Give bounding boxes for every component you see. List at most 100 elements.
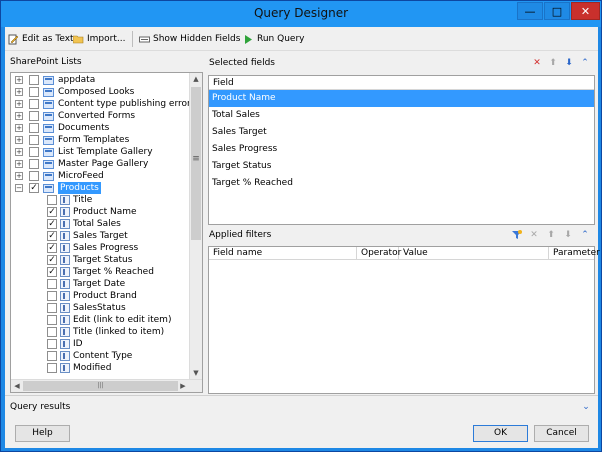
field-checkbox[interactable] — [47, 279, 57, 289]
tree-field-item[interactable]: Title — [11, 194, 189, 206]
maximize-button[interactable]: □ — [544, 2, 570, 20]
field-column-header[interactable]: Field — [209, 76, 594, 90]
tree-field-item[interactable]: Product Name — [11, 206, 189, 218]
collapse-up-icon[interactable]: ⌃ — [580, 58, 590, 68]
tree-list-item[interactable]: − Products — [11, 182, 189, 194]
filter-collapse-icon[interactable]: ⌃ — [580, 230, 590, 240]
expand-results-icon[interactable]: ⌄ — [581, 402, 591, 412]
field-checkbox[interactable] — [47, 291, 57, 301]
tree-field-item[interactable]: ID — [11, 338, 189, 350]
help-button[interactable]: Help — [15, 425, 70, 442]
list-checkbox[interactable] — [29, 99, 39, 109]
field-checkbox[interactable] — [47, 207, 57, 217]
filter-move-down-icon[interactable]: ⬇ — [563, 230, 573, 240]
field-checkbox[interactable] — [47, 339, 57, 349]
field-checkbox[interactable] — [47, 315, 57, 325]
tree-list-item[interactable]: + Converted Forms — [11, 110, 189, 122]
value-column-header[interactable]: Value — [399, 247, 549, 260]
scroll-right-icon[interactable]: ▶ — [177, 380, 189, 392]
list-checkbox[interactable] — [29, 135, 39, 145]
title-bar[interactable]: Query Designer — □ ✕ — [1, 1, 601, 27]
tree-field-item[interactable]: Target Status — [11, 254, 189, 266]
tree-vertical-scrollbar[interactable]: ▲ ≡ ▼ — [189, 73, 202, 380]
list-checkbox[interactable] — [29, 123, 39, 133]
add-filter-icon[interactable] — [512, 230, 522, 240]
minimize-button[interactable]: — — [517, 2, 543, 20]
cancel-button[interactable]: Cancel — [534, 425, 589, 442]
scroll-up-icon[interactable]: ▲ — [190, 73, 202, 86]
list-checkbox[interactable] — [29, 183, 39, 193]
tree-horizontal-scrollbar[interactable]: ◀ ||| ▶ — [11, 379, 202, 392]
field-checkbox[interactable] — [47, 255, 57, 265]
tree-list-item[interactable]: + Documents — [11, 122, 189, 134]
field-name-column-header[interactable]: Field name — [209, 247, 357, 260]
list-checkbox[interactable] — [29, 171, 39, 181]
tree-list-item[interactable]: + appdata — [11, 74, 189, 86]
field-checkbox[interactable] — [47, 303, 57, 313]
selected-field-row[interactable]: Target % Reached — [209, 175, 594, 192]
selected-field-row[interactable]: Target Status — [209, 158, 594, 175]
tree-list-item[interactable]: + Content type publishing error log — [11, 98, 202, 110]
field-checkbox[interactable] — [47, 363, 57, 373]
list-checkbox[interactable] — [29, 159, 39, 169]
selected-field-row[interactable]: Sales Progress — [209, 141, 594, 158]
list-checkbox[interactable] — [29, 147, 39, 157]
move-down-icon[interactable]: ⬇ — [564, 58, 574, 68]
move-up-icon[interactable]: ⬆ — [548, 58, 558, 68]
tree-field-item[interactable]: Modified — [11, 362, 189, 374]
filter-move-up-icon[interactable]: ⬆ — [546, 230, 556, 240]
expand-node-icon[interactable]: + — [15, 124, 23, 132]
expand-node-icon[interactable]: + — [15, 76, 23, 84]
tree-field-item[interactable]: Title (linked to item) — [11, 326, 189, 338]
expand-node-icon[interactable]: + — [15, 160, 23, 168]
sharepoint-lists-tree[interactable]: + appdata + Composed Looks + Content type pub… — [10, 72, 203, 393]
field-checkbox[interactable] — [47, 243, 57, 253]
parameter-column-header[interactable]: Parameter — [549, 247, 600, 260]
applied-filters-grid[interactable]: Field name Operator Value Parameter — [208, 246, 600, 394]
tree-list-item[interactable]: + List Template Gallery — [11, 146, 189, 158]
tree-field-item[interactable]: Target Date — [11, 278, 189, 290]
operator-column-header[interactable]: Operator — [357, 247, 401, 260]
expand-node-icon[interactable]: + — [15, 88, 23, 96]
field-checkbox[interactable] — [47, 195, 57, 205]
field-checkbox[interactable] — [47, 219, 57, 229]
field-checkbox[interactable] — [47, 231, 57, 241]
selected-field-row[interactable]: Total Sales — [209, 107, 594, 124]
run-query-button[interactable]: Run Query — [243, 32, 304, 46]
tree-field-item[interactable]: SalesStatus — [11, 302, 189, 314]
horizontal-scroll-thumb[interactable]: ||| — [23, 381, 178, 391]
tree-field-item[interactable]: Edit (link to edit item) — [11, 314, 189, 326]
tree-field-item[interactable]: Product Brand — [11, 290, 189, 302]
field-checkbox[interactable] — [47, 267, 57, 277]
selected-fields-grid[interactable]: Field Product Name Total Sales Sales Targe… — [208, 75, 595, 225]
tree-list-item[interactable]: + Composed Looks — [11, 86, 189, 98]
show-hidden-fields-button[interactable]: Show Hidden Fields — [139, 32, 240, 46]
expand-node-icon[interactable]: + — [15, 112, 23, 120]
expand-node-icon[interactable]: + — [15, 100, 23, 108]
tree-field-item[interactable]: Content Type — [11, 350, 189, 362]
tree-field-item[interactable]: Sales Target — [11, 230, 189, 242]
scroll-left-icon[interactable]: ◀ — [11, 380, 23, 392]
delete-filter-icon[interactable]: ✕ — [529, 230, 539, 240]
import-button[interactable]: Import... — [73, 32, 125, 46]
tree-field-item[interactable]: Sales Progress — [11, 242, 189, 254]
delete-field-icon[interactable]: ✕ — [532, 58, 542, 68]
selected-field-row[interactable]: Sales Target — [209, 124, 594, 141]
field-checkbox[interactable] — [47, 351, 57, 361]
tree-field-item[interactable]: Target % Reached — [11, 266, 189, 278]
tree-list-item[interactable]: + MicroFeed — [11, 170, 189, 182]
ok-button[interactable]: OK — [473, 425, 528, 442]
tree-field-item[interactable]: Total Sales — [11, 218, 189, 230]
selected-field-row[interactable]: Product Name — [209, 90, 594, 107]
expand-node-icon[interactable]: + — [15, 172, 23, 180]
collapse-node-icon[interactable]: − — [15, 184, 23, 192]
edit-as-text-button[interactable]: Edit as Text — [8, 32, 74, 46]
expand-node-icon[interactable]: + — [15, 148, 23, 156]
close-button[interactable]: ✕ — [571, 2, 600, 20]
list-checkbox[interactable] — [29, 87, 39, 97]
field-checkbox[interactable] — [47, 327, 57, 337]
tree-list-item[interactable]: + Form Templates — [11, 134, 189, 146]
list-checkbox[interactable] — [29, 75, 39, 85]
tree-list-item[interactable]: + Master Page Gallery — [11, 158, 189, 170]
list-checkbox[interactable] — [29, 111, 39, 121]
